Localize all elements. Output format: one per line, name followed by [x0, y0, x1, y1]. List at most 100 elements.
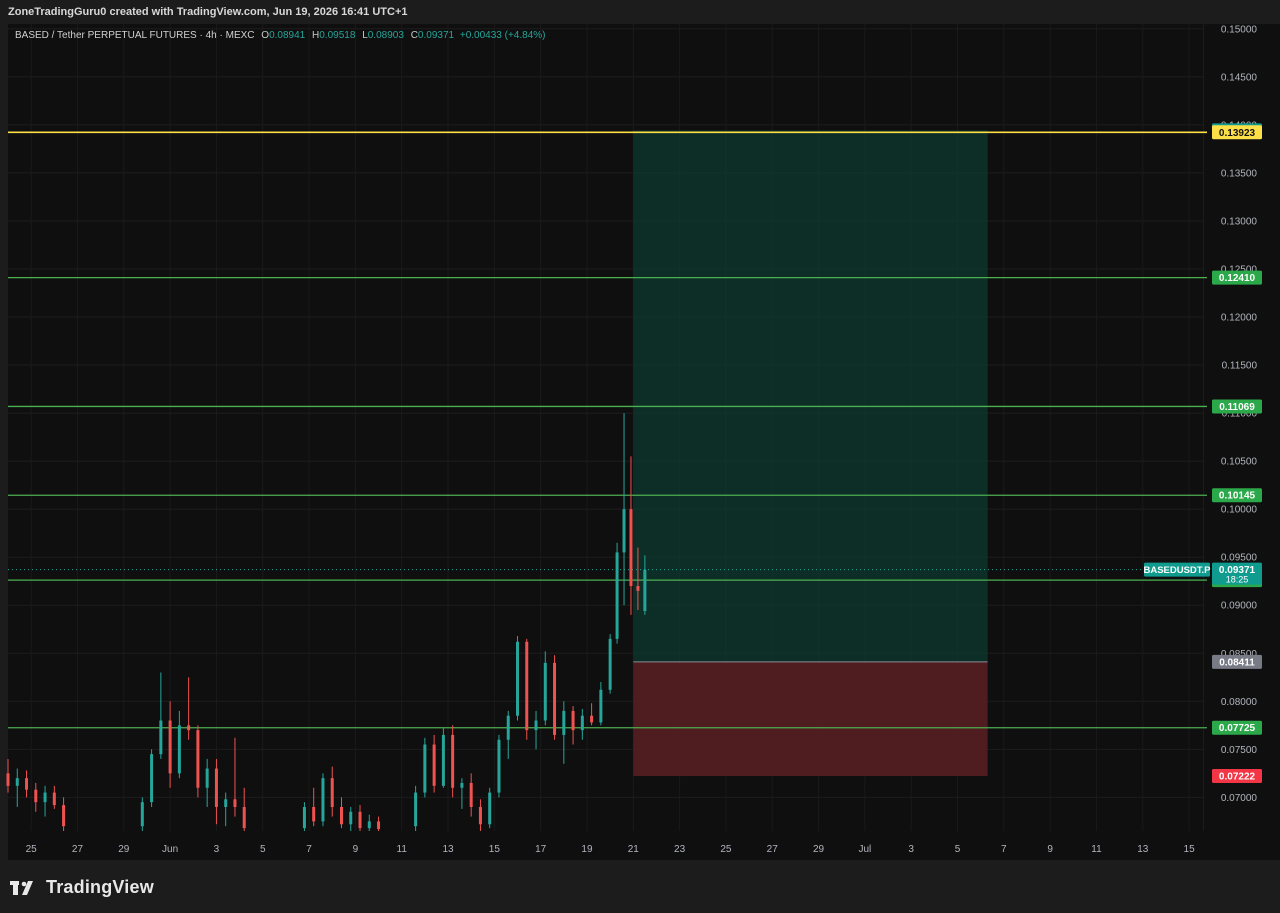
candle-body	[636, 586, 640, 591]
top-bar: ZoneTradingGuru0 created with TradingVie…	[0, 0, 1280, 24]
legend-high: 0.09518	[319, 30, 356, 41]
candle-body	[358, 811, 362, 829]
level-price-tag: 0.12410	[1219, 273, 1256, 284]
candle-body	[608, 638, 612, 690]
candle-body	[580, 715, 584, 731]
y-tick-label: 0.09000	[1221, 601, 1258, 612]
candle-body	[330, 778, 334, 807]
tradingview-logo-icon	[10, 880, 33, 895]
legend-change: +0.00433 (+4.84%)	[459, 30, 546, 41]
candle-body	[469, 782, 473, 807]
legend-open: 0.08941	[269, 30, 306, 41]
candle-body	[62, 805, 66, 827]
y-tick-label: 0.07000	[1221, 793, 1258, 804]
x-tick-label: 21	[628, 844, 640, 855]
candle-body	[553, 662, 557, 735]
candle-body	[214, 768, 218, 807]
brand[interactable]: TradingView	[10, 877, 154, 898]
x-tick-label: 25	[26, 844, 38, 855]
candle-body	[525, 641, 529, 731]
candle-body	[312, 806, 316, 822]
x-tick-label: Jul	[858, 844, 871, 855]
x-tick-label: 25	[720, 844, 732, 855]
level-price-tag: 0.07725	[1219, 723, 1256, 734]
x-tick-label: 9	[353, 844, 359, 855]
y-tick-label: 0.09500	[1221, 553, 1258, 564]
stop-price-tag: 0.07222	[1219, 772, 1256, 783]
candle-body	[643, 569, 647, 611]
candle-body	[43, 792, 47, 803]
legend-open-key: O	[261, 30, 270, 41]
y-tick-label: 0.10000	[1221, 505, 1258, 516]
level-price-tag: 0.11069	[1219, 402, 1255, 413]
stop-zone	[633, 661, 988, 777]
candle-body	[590, 715, 594, 723]
candle-body	[534, 720, 538, 731]
candle-body	[224, 799, 228, 807]
y-tick-label: 0.07500	[1221, 745, 1258, 756]
x-tick-label: 27	[72, 844, 84, 855]
x-tick-label: 15	[1184, 844, 1196, 855]
target-zone	[633, 130, 988, 662]
candle-body	[599, 689, 603, 723]
x-tick-label: 5	[260, 844, 266, 855]
candle-body	[52, 792, 56, 806]
x-tick-label: 17	[535, 844, 547, 855]
candle-body	[629, 509, 633, 587]
candle-body	[441, 734, 445, 786]
y-tick-label: 0.10500	[1221, 457, 1258, 468]
legend-symbol: BASED / Tether PERPETUAL FUTURES · 4h · …	[15, 30, 255, 41]
candle-body	[497, 739, 501, 793]
candle-body	[488, 792, 492, 825]
x-tick-label: 11	[397, 844, 408, 855]
candle-body	[6, 773, 10, 786]
plot-background	[8, 24, 1203, 831]
candle-body	[377, 821, 381, 830]
x-tick-label: 27	[767, 844, 779, 855]
candle-body	[242, 806, 246, 829]
price-axis-background	[1204, 24, 1280, 831]
y-tick-label: 0.14500	[1221, 72, 1258, 83]
candle-body	[177, 725, 181, 774]
x-tick-label: Jun	[162, 844, 178, 855]
x-tick-label: 13	[1137, 844, 1149, 855]
candle-body	[159, 720, 163, 755]
x-tick-label: 29	[118, 844, 130, 855]
x-tick-label: 9	[1047, 844, 1053, 855]
entry-level-tag: 0.13923	[1219, 128, 1256, 139]
x-tick-label: 7	[1001, 844, 1007, 855]
x-tick-label: 19	[581, 844, 593, 855]
brand-name: TradingView	[46, 877, 154, 897]
y-tick-label: 0.12000	[1221, 313, 1258, 324]
candle-body	[571, 710, 575, 731]
candle-body	[506, 715, 510, 740]
candle-body	[168, 720, 172, 774]
candle-body	[25, 778, 29, 790]
candle-body	[150, 754, 154, 803]
candle-body	[339, 806, 343, 825]
candle-body	[451, 734, 455, 788]
x-tick-label: 5	[955, 844, 961, 855]
candle-body	[205, 768, 209, 788]
x-tick-label: 7	[306, 844, 312, 855]
chart-area[interactable]: 0.07000 0.07500 0.08000 0.08500 0.09000 0.095…	[0, 24, 1280, 860]
candle-body	[34, 789, 38, 803]
candle-body	[562, 710, 566, 735]
candle-body	[460, 782, 464, 788]
candlestick-chart[interactable]: 0.070000.075000.080000.085000.090000.095…	[0, 24, 1280, 860]
legend-low: 0.08903	[367, 30, 404, 41]
footer: TradingView	[0, 860, 1280, 913]
candle-body	[140, 802, 144, 827]
x-tick-label: 3	[214, 844, 220, 855]
y-tick-label: 0.15000	[1221, 24, 1258, 35]
credit-text: ZoneTradingGuru0 created with TradingVie…	[8, 6, 408, 18]
x-tick-label: 11	[1091, 844, 1102, 855]
entry-price-tag: 0.08411	[1219, 657, 1255, 668]
candle-body	[414, 792, 418, 827]
legend-close-key: C	[410, 30, 418, 41]
x-tick-label: 29	[813, 844, 825, 855]
candle-body	[423, 744, 427, 793]
candle-body	[478, 806, 482, 825]
y-tick-label: 0.08000	[1221, 697, 1258, 708]
symbol-legend: BASED / Tether PERPETUAL FUTURES · 4h · …	[15, 30, 545, 41]
